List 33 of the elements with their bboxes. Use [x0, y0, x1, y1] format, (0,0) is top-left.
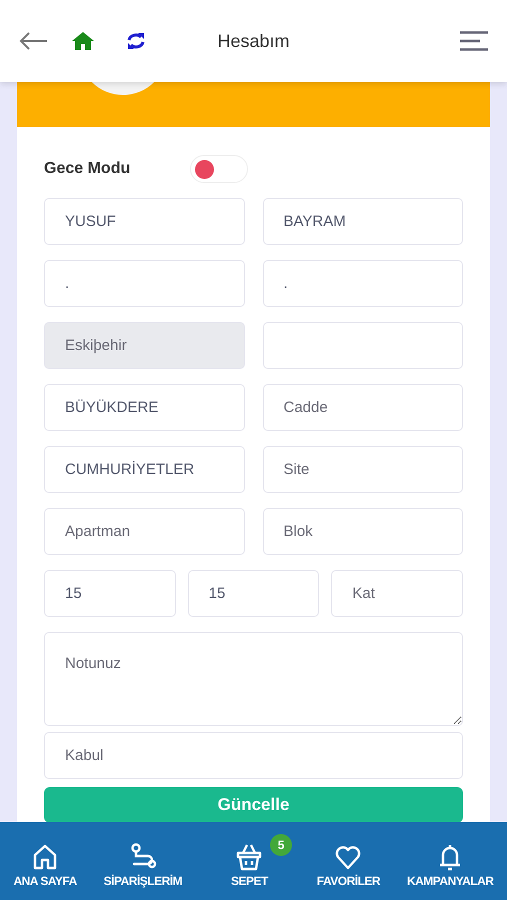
nav-tab[interactable]: SEPET 5 [207, 834, 292, 888]
home-icon [72, 32, 94, 50]
back-arrow-icon [18, 31, 48, 51]
nav-tab[interactable]: KAMPANYALAR [404, 834, 496, 888]
dark-mode-toggle[interactable] [190, 155, 248, 183]
input-field[interactable]: BÜYÜKDERE [44, 384, 244, 431]
home-button[interactable] [72, 32, 94, 50]
input-field[interactable]: YUSUF [44, 198, 244, 245]
menu-icon [459, 31, 489, 51]
input-field[interactable]: 15 [188, 570, 320, 617]
nav-tab[interactable]: ANA SAYFA [11, 834, 79, 888]
input-field[interactable]: Site [262, 446, 463, 493]
input-field[interactable]: Kat [331, 570, 464, 617]
input-field[interactable]: . [262, 260, 463, 307]
input-field[interactable]: 15 [44, 570, 176, 617]
input-field[interactable] [262, 322, 463, 369]
input-field[interactable]: BAYRAM [262, 198, 463, 245]
back-button[interactable] [18, 31, 48, 51]
cart-count-badge: 5 [270, 834, 292, 856]
input-field[interactable]: Kabul [44, 732, 463, 779]
menu-button[interactable] [459, 31, 489, 51]
input-field[interactable]: Cadde [262, 384, 463, 431]
note-field[interactable]: Notunuz [44, 632, 463, 726]
refresh-button[interactable] [126, 31, 146, 51]
nav-tab[interactable]: SİPARİŞLERİM [102, 834, 184, 888]
input-field[interactable]: Blok [262, 508, 463, 555]
input-field[interactable]: . [44, 260, 244, 307]
page-title: Hesabım [217, 30, 290, 50]
nav-tab[interactable]: FAVORİLER [314, 834, 382, 888]
input-field[interactable]: Apartman [44, 508, 244, 555]
input-field[interactable]: CUMHURİYETLER [44, 446, 244, 493]
dark-mode-label: Gece Modu [44, 160, 130, 178]
refresh-icon [126, 31, 146, 51]
